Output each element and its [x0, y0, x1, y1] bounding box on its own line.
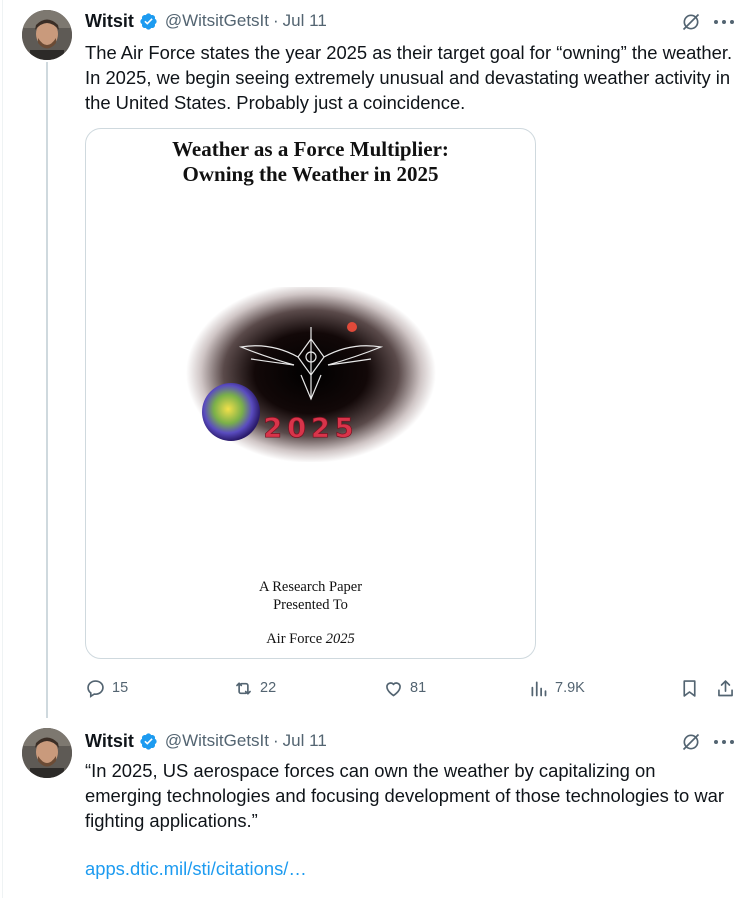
author-name[interactable]: Witsit	[85, 731, 134, 752]
tweet-header: Witsit @WitsitGetsIt · Jul 11	[85, 10, 327, 32]
timeline-border	[2, 0, 3, 898]
more-icon[interactable]	[712, 12, 736, 32]
tweet-date[interactable]: Jul 11	[283, 731, 327, 751]
thread-connector-line	[46, 62, 48, 718]
more-icon[interactable]	[712, 732, 736, 752]
air-force-2025-emblem: 2025	[186, 287, 436, 462]
paper-line3-year: 2025	[325, 631, 355, 647]
avatar[interactable]	[22, 728, 72, 778]
reply-button[interactable]: 15	[85, 674, 128, 702]
repost-count: 22	[260, 680, 277, 696]
document-title: Weather as a Force Multiplier: Owning th…	[86, 137, 535, 187]
views-button[interactable]: 7.9K	[528, 674, 585, 702]
document-title-line1: Weather as a Force Multiplier:	[172, 137, 449, 161]
views-icon	[531, 681, 547, 696]
paper-line3: Air Force 2025	[86, 631, 535, 648]
like-count: 81	[410, 680, 427, 696]
verified-badge-icon	[140, 732, 157, 750]
grok-icon[interactable]	[681, 732, 701, 752]
paper-line2: Presented To	[273, 597, 348, 613]
tweet-text: The Air Force states the year 2025 as th…	[85, 42, 733, 113]
attached-image[interactable]: Weather as a Force Multiplier: Owning th…	[85, 128, 536, 659]
share-icon	[718, 679, 733, 696]
tweet-actions: 15 22 81 7.9K	[85, 674, 745, 702]
reply-icon	[87, 679, 104, 698]
like-icon	[386, 681, 401, 696]
grok-icon[interactable]	[681, 12, 701, 32]
author-handle[interactable]: @WitsitGetsIt	[165, 731, 269, 751]
bookmark-button[interactable]	[679, 674, 706, 702]
paper-line3-prefix: Air Force	[266, 631, 323, 647]
citation-link[interactable]: apps.dtic.mil/sti/citations/…	[85, 856, 735, 881]
repost-button[interactable]: 22	[233, 674, 276, 702]
paper-line1: A Research Paper	[258, 579, 363, 595]
avatar[interactable]	[22, 10, 72, 60]
like-button[interactable]: 81	[383, 674, 426, 702]
views-count: 7.9K	[555, 680, 585, 696]
repost-icon	[236, 681, 251, 695]
document-title-line2: Owning the Weather in 2025	[182, 162, 439, 186]
emblem-year: 2025	[263, 413, 358, 444]
reply-count: 15	[112, 680, 129, 696]
verified-badge-icon	[140, 12, 157, 30]
author-handle[interactable]: @WitsitGetsIt	[165, 11, 269, 31]
tweet-header: Witsit @WitsitGetsIt · Jul 11	[85, 730, 327, 752]
tweet-date[interactable]: Jul 11	[283, 11, 327, 31]
separator-dot: ·	[273, 11, 279, 30]
bookmark-icon	[683, 679, 696, 697]
share-button[interactable]	[715, 674, 742, 702]
separator-dot: ·	[273, 731, 279, 750]
tweet-text: “In 2025, US aerospace forces can own th…	[85, 760, 724, 831]
author-name[interactable]: Witsit	[85, 11, 134, 32]
